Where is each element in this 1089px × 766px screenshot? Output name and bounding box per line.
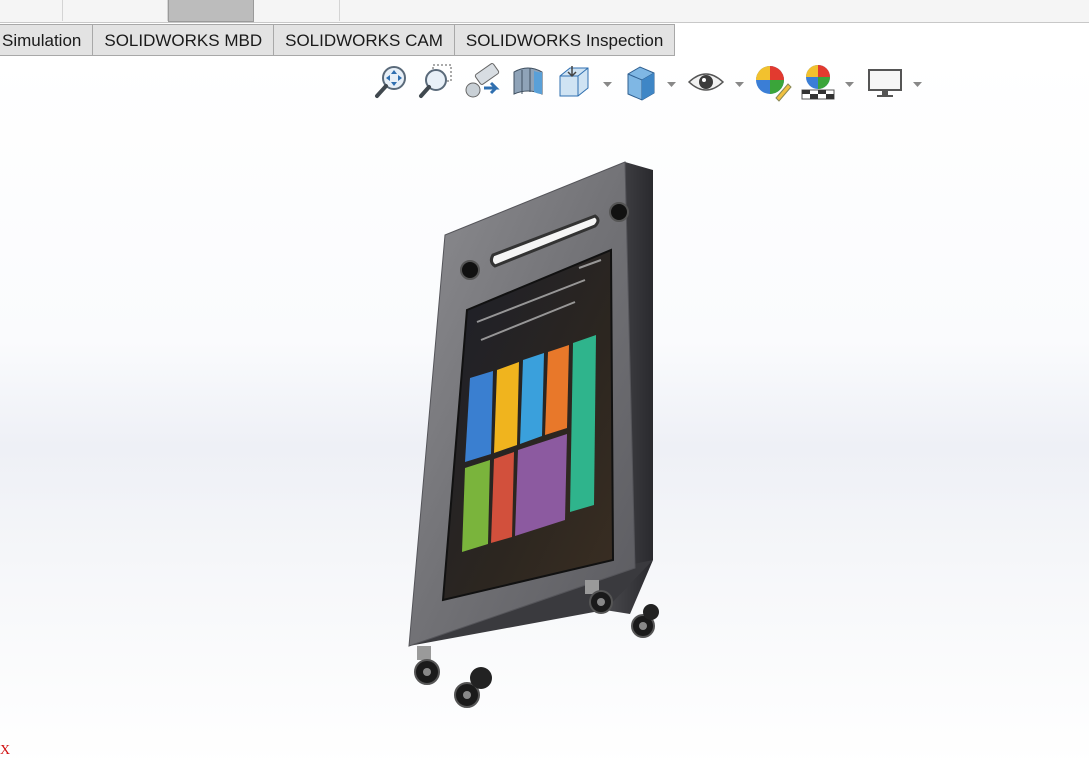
- camera-hole-left: [460, 260, 480, 280]
- top-tab-active[interactable]: [168, 0, 254, 22]
- display-style-dropdown-icon[interactable]: [666, 77, 678, 87]
- previous-view-icon[interactable]: [462, 62, 502, 102]
- tab-solidworks-inspection[interactable]: SOLIDWORKS Inspection: [454, 24, 676, 56]
- caster-wheel: [414, 646, 440, 685]
- tab-solidworks-cam[interactable]: SOLIDWORKS CAM: [274, 24, 455, 56]
- zoom-to-fit-icon[interactable]: [372, 62, 412, 102]
- caster-wheel: [454, 667, 492, 708]
- hide-show-items-icon[interactable]: [686, 62, 726, 102]
- view-settings-dropdown-icon[interactable]: [912, 77, 924, 87]
- command-manager-tabs: Simulation SOLIDWORKS MBD SOLIDWORKS CAM…: [0, 24, 676, 57]
- section-view-icon[interactable]: [508, 62, 548, 102]
- top-tab[interactable]: [253, 0, 340, 21]
- top-tab[interactable]: [0, 0, 63, 21]
- tab-solidworks-mbd[interactable]: SOLIDWORKS MBD: [93, 24, 275, 56]
- kiosk-model[interactable]: [395, 150, 725, 730]
- view-orientation-icon[interactable]: [554, 62, 594, 102]
- zoom-to-area-icon[interactable]: [416, 62, 456, 102]
- edit-appearance-icon[interactable]: [752, 62, 792, 102]
- camera-hole-right: [609, 202, 629, 222]
- display-style-icon[interactable]: [622, 62, 662, 102]
- apply-scene-dropdown-icon[interactable]: [844, 77, 856, 87]
- tab-simulation[interactable]: Simulation: [0, 24, 94, 56]
- view-orientation-dropdown-icon[interactable]: [602, 77, 614, 87]
- top-tab-strip: [0, 0, 1089, 23]
- x-axis-label: X: [0, 743, 11, 758]
- top-tab[interactable]: [63, 0, 168, 21]
- caster-wheel: [631, 604, 659, 638]
- hide-show-dropdown-icon[interactable]: [734, 77, 746, 87]
- apply-scene-icon[interactable]: [798, 62, 838, 102]
- view-settings-icon[interactable]: [866, 62, 906, 102]
